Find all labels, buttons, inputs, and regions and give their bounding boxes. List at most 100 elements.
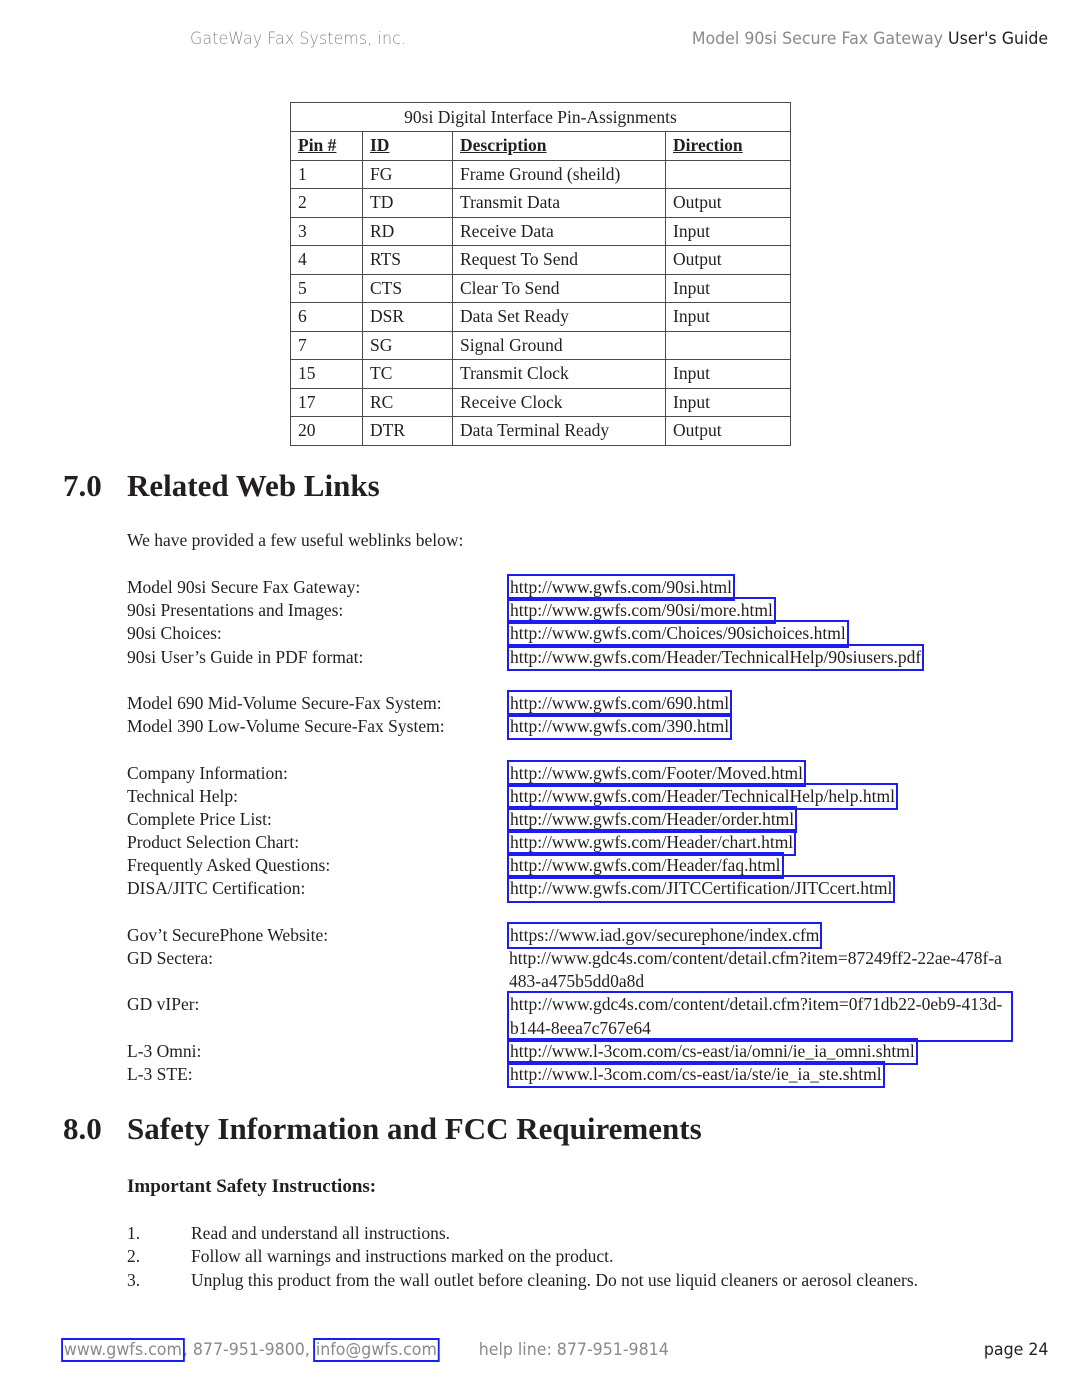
pin-cell: 1: [290, 159, 363, 189]
direction-cell: Input: [665, 359, 791, 389]
link-row: 90si Presentations and Images: http://www…: [127, 597, 1027, 625]
link-row: Technical Help: http://www.gwfs.com/Heade…: [127, 782, 1027, 810]
web-link[interactable]: http://www.gwfs.com/Header/chart.html: [506, 829, 797, 857]
footer-email-link[interactable]: info@gwfs.com: [313, 1338, 440, 1362]
link-label: 90si User’s Guide in PDF format:: [127, 646, 364, 667]
link-row: Model 390 Low-Volume Secure-Fax System: h…: [127, 713, 1027, 741]
web-link[interactable]: http://www.gwfs.com/Header/TechnicalHelp…: [507, 782, 898, 810]
list-number: 1.: [127, 1223, 141, 1243]
link-label: 90si Presentations and Images:: [127, 600, 344, 621]
description-cell: Receive Clock: [452, 387, 666, 417]
id-cell: RTS: [362, 245, 453, 275]
link-label: Complete Price List:: [127, 808, 272, 829]
direction-cell: [665, 330, 791, 360]
list-text: Unplug this product from the wall outlet…: [191, 1269, 919, 1290]
links-intro: We have provided a few useful weblinks b…: [127, 530, 464, 550]
pin-cell: 7: [290, 330, 363, 360]
pin-cell: 3: [290, 216, 363, 246]
footer-helpline: help line: 877-951-9814: [478, 1340, 669, 1360]
id-cell: CTS: [362, 273, 453, 303]
id-cell: TD: [362, 188, 453, 218]
link-row: Product Selection Chart: http://www.gwfs.…: [127, 829, 1027, 857]
web-link[interactable]: http://www.gwfs.com/JITCCertification/JI…: [506, 875, 896, 903]
column-header-description: Description: [452, 131, 666, 161]
web-link[interactable]: http://www.gwfs.com/90si/more.html: [507, 597, 776, 625]
link-label: GD vIPer:: [127, 994, 200, 1015]
header-title: Model 90si Secure Fax Gateway User's Gui…: [692, 29, 1048, 49]
header-product: Model 90si Secure Fax Gateway: [691, 29, 943, 49]
pin-cell: 15: [290, 359, 363, 389]
description-cell: Data Terminal Ready: [452, 416, 666, 446]
table-title: 90si Digital Interface Pin-Assignments: [290, 102, 791, 132]
link-label: Gov’t SecurePhone Website:: [127, 924, 329, 945]
link-label: Technical Help:: [127, 785, 239, 806]
web-link[interactable]: http://www.gwfs.com/Header/faq.html: [507, 852, 784, 880]
direction-cell: Input: [665, 273, 791, 303]
section-8-heading: 8.0 Safety Information and FCC Requiremen…: [63, 1111, 702, 1147]
web-link[interactable]: http://www.gwfs.com/690.html: [506, 689, 733, 718]
pin-cell: 5: [290, 273, 363, 303]
web-link[interactable]: http://www.gwfs.com/390.html: [506, 713, 733, 741]
web-link[interactable]: http://www.l-3com.com/cs-east/ia/omni/ie…: [507, 1037, 918, 1066]
link-row: L-3 Omni: http://www.l-3com.com/cs-east/i…: [127, 1037, 1027, 1066]
link-row: Frequently Asked Questions: http://www.gw…: [127, 852, 1027, 880]
pin-assignment-table: 90si Digital Interface Pin-Assignments P…: [290, 102, 791, 446]
id-cell: TC: [362, 359, 453, 389]
table-row: 2 TD Transmit Data Output: [290, 188, 791, 218]
table-row: 4 RTS Request To Send Output: [290, 245, 791, 275]
list-number: 2.: [127, 1246, 141, 1267]
description-cell: Frame Ground (sheild): [452, 159, 666, 189]
link-label: Model 390 Low-Volume Secure-Fax System:: [127, 716, 445, 737]
list-text: Follow all warnings and instructions mar…: [191, 1246, 614, 1267]
web-link[interactable]: http://www.gwfs.com/Choices/90sichoices.…: [507, 620, 849, 648]
web-link[interactable]: http://www.gdc4s.com/content/detail.cfm?…: [509, 947, 1009, 993]
safety-subheading: Important Safety Instructions:: [127, 1176, 377, 1197]
web-link[interactable]: http://www.gwfs.com/Footer/Moved.html: [507, 759, 806, 787]
table-body: 1 FG Frame Ground (sheild) 2 TD Transmit Data…: [290, 159, 791, 446]
section-number: 8.0: [63, 1111, 102, 1146]
link-label: Model 90si Secure Fax Gateway:: [127, 577, 361, 597]
web-links-list: Model 90si Secure Fax Gateway: http://www…: [127, 573, 1027, 1089]
list-text: Read and understand all instructions.: [191, 1223, 451, 1243]
table-row: 6 DSR Data Set Ready Input: [290, 302, 791, 332]
direction-cell: Output: [665, 416, 791, 446]
description-cell: Clear To Send: [452, 273, 666, 303]
table-row: 1 FG Frame Ground (sheild): [290, 159, 791, 189]
table-row: 17 RC Receive Clock Input: [290, 387, 791, 417]
link-row: Complete Price List: http://www.gwfs.com/…: [127, 805, 1027, 834]
link-label: GD Sectera:: [127, 948, 214, 968]
footer-website-link[interactable]: www.gwfs.com: [61, 1338, 185, 1362]
link-row: Model 690 Mid-Volume Secure-Fax System: h…: [127, 689, 1027, 718]
web-link[interactable]: http://www.gwfs.com/90si.html: [507, 573, 735, 602]
link-label: 90si Choices:: [127, 623, 222, 644]
pin-cell: 17: [290, 387, 363, 417]
pin-cell: 6: [290, 302, 363, 332]
id-cell: SG: [362, 330, 453, 360]
link-row: GD vIPer: http://www.gdc4s.com/content/de…: [127, 991, 1027, 1042]
header-doc: User's Guide: [947, 29, 1048, 49]
web-link[interactable]: http://www.gwfs.com/Header/order.html: [506, 805, 798, 834]
table-title-row: 90si Digital Interface Pin-Assignments: [290, 102, 791, 132]
footer-phone: , 877-951-9800,: [182, 1340, 315, 1360]
id-cell: DSR: [362, 302, 453, 332]
link-row: GD Sectera: http://www.gdc4s.com/content/…: [127, 947, 1027, 993]
id-cell: RC: [362, 387, 453, 417]
pin-cell: 4: [290, 245, 363, 275]
link-label: Product Selection Chart:: [127, 832, 300, 853]
direction-cell: [665, 159, 791, 189]
description-cell: Signal Ground: [452, 330, 666, 360]
web-link[interactable]: http://www.gwfs.com/Header/TechnicalHelp…: [506, 643, 925, 671]
link-label: L-3 STE:: [127, 1063, 193, 1084]
link-label: L-3 Omni:: [127, 1040, 202, 1061]
web-link[interactable]: http://www.gdc4s.com/content/detail.cfm?…: [507, 991, 1013, 1042]
web-link[interactable]: https://www.iad.gov/securephone/index.cf…: [506, 921, 823, 950]
web-link[interactable]: http://www.l-3com.com/cs-east/ia/ste/ie_…: [507, 1060, 885, 1089]
direction-cell: Output: [665, 245, 791, 275]
id-cell: RD: [362, 216, 453, 246]
link-row: Model 90si Secure Fax Gateway: http://www…: [127, 573, 1027, 602]
table-row: 5 CTS Clear To Send Input: [290, 273, 791, 303]
column-header-id: ID: [362, 131, 453, 161]
column-header-direction: Direction: [665, 131, 791, 161]
description-cell: Transmit Data: [452, 188, 666, 218]
table-row: 15 TC Transmit Clock Input: [290, 359, 791, 389]
